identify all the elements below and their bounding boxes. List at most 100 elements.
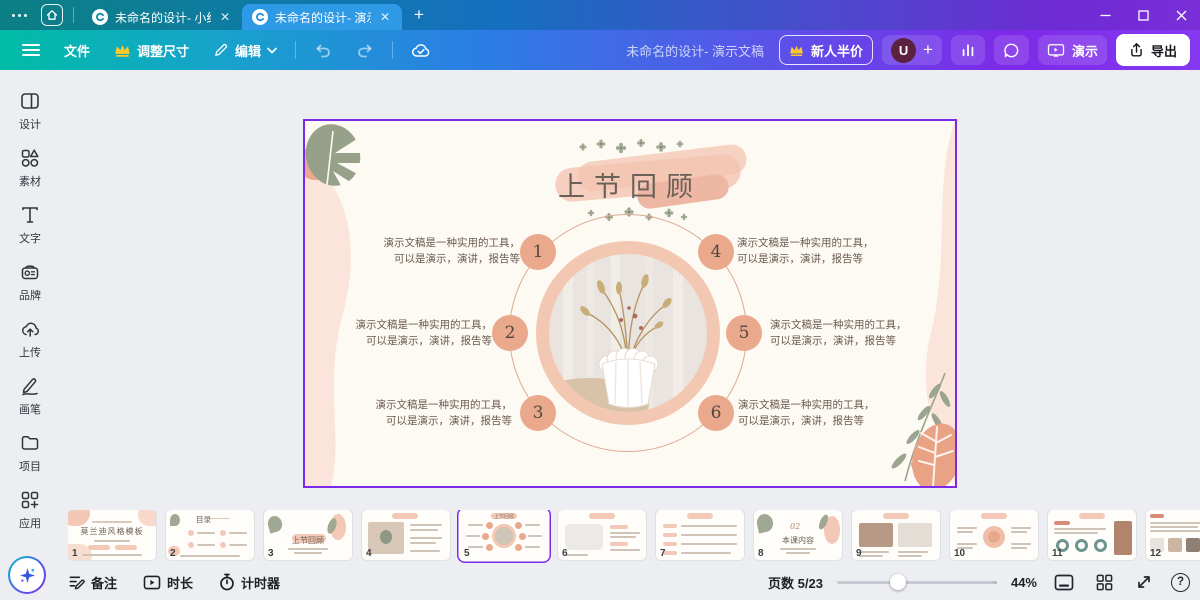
window-controls — [1086, 0, 1200, 30]
tab-close-icon[interactable]: ✕ — [218, 9, 232, 25]
item-text-6[interactable]: 演示文稿是一种实用的工具， 可以是演示，演讲，报告等 — [738, 397, 878, 429]
sidebar-item-brand[interactable]: 品牌 — [4, 261, 56, 303]
thumbnail-preview — [852, 510, 940, 560]
document-title[interactable]: 未命名的设计- 演示文稿 — [626, 41, 764, 60]
thumbnail-preview: 莫兰迪风格模板 — [68, 510, 156, 560]
item-circle-3[interactable]: 3 — [520, 395, 556, 431]
notes-icon — [68, 574, 85, 591]
edit-button[interactable]: 编辑 — [203, 35, 287, 66]
thumbnail-number: 7 — [660, 548, 666, 559]
selected-slide-canvas[interactable]: 上节回顾 — [303, 119, 957, 488]
canva-favicon — [92, 9, 108, 25]
slide-thumbnail-10[interactable]: 10 — [950, 510, 1038, 560]
add-member-button[interactable]: + — [923, 40, 933, 60]
slide-thumbnail-8[interactable]: 02 本课内容 8 — [754, 510, 842, 560]
sidebar-item-projects[interactable]: 项目 — [4, 432, 56, 474]
item-circle-2[interactable]: 2 — [492, 315, 528, 351]
grid-view-button[interactable] — [1091, 569, 1117, 595]
slide-thumbnail-11[interactable]: 11 — [1048, 510, 1136, 560]
fullscreen-button[interactable] — [1131, 569, 1157, 595]
insights-button[interactable] — [951, 35, 985, 65]
new-tab-button[interactable]: + — [414, 5, 424, 25]
slide-title[interactable]: 上节回顾 — [305, 165, 955, 204]
duration-button[interactable]: 时长 — [135, 567, 201, 598]
sidebar-item-apps[interactable]: 应用 — [4, 489, 56, 531]
slide-thumbnail-7[interactable]: 7 — [656, 510, 744, 560]
dried-flowers-photo — [549, 254, 707, 412]
item-circle-1[interactable]: 1 — [520, 234, 556, 270]
titlebar-divider — [73, 7, 74, 23]
item-circle-4[interactable]: 4 — [698, 234, 734, 270]
home-icon — [46, 9, 58, 21]
cloud-save-status[interactable] — [401, 36, 441, 64]
slide-thumbnail-4[interactable]: 4 — [362, 510, 450, 560]
sidebar-item-draw[interactable]: 画笔 — [4, 375, 56, 417]
slide-thumbnail-3[interactable]: 上节回顾 3 — [264, 510, 352, 560]
hamburger-menu-button[interactable] — [12, 37, 50, 63]
item-text-2[interactable]: 演示文稿是一种实用的工具， 可以是演示，演讲，报告等 — [352, 317, 492, 349]
thumbnail-preview — [558, 510, 646, 560]
slide-thumbnail-9[interactable]: 9 — [852, 510, 940, 560]
redo-button[interactable] — [346, 36, 384, 64]
slide-thumbnail-5-selected[interactable]: 上节回顾 5 — [460, 510, 548, 560]
tab-design-1[interactable]: 未命名的设计- 小红... ✕ — [82, 4, 242, 30]
bar-chart-icon — [960, 42, 976, 58]
thumbnail-preview: 02 本课内容 — [754, 510, 842, 560]
thumbnail-preview: 目录 — [166, 510, 254, 560]
file-menu-button[interactable]: 文件 — [54, 35, 100, 66]
tab-design-2-active[interactable]: 未命名的设计- 演示... ✕ — [242, 4, 402, 30]
thumbnail-number: 1 — [72, 548, 78, 559]
avatar[interactable]: U — [891, 38, 916, 63]
slide-thumbnail-2[interactable]: 目录 2 — [166, 510, 254, 560]
home-button[interactable] — [41, 4, 63, 26]
thumbnail-number: 10 — [954, 548, 965, 559]
slide-thumbnail-1[interactable]: 莫兰迪风格模板 1 — [68, 510, 156, 560]
slide-thumbnail-12[interactable]: 12 — [1146, 510, 1200, 560]
thumbnail-number: 6 — [562, 548, 568, 559]
maximize-button[interactable] — [1124, 0, 1162, 30]
sidebar-item-uploads[interactable]: 上传 — [4, 318, 56, 360]
promo-button[interactable]: 新人半价 — [779, 35, 873, 65]
draw-pen-icon — [19, 375, 41, 397]
zoom-slider[interactable] — [837, 574, 997, 590]
present-button[interactable]: 演示 — [1038, 35, 1107, 65]
sidebar-item-text[interactable]: 文字 — [4, 204, 56, 246]
item-circle-6[interactable]: 6 — [698, 395, 734, 431]
stopwatch-icon — [219, 573, 235, 591]
upload-cloud-icon — [19, 318, 41, 340]
text-icon — [19, 204, 41, 226]
presenter-view-button[interactable] — [1051, 569, 1077, 595]
timer-button[interactable]: 计时器 — [211, 567, 288, 598]
resize-button[interactable]: 调整尺寸 — [104, 35, 199, 66]
tab-close-icon[interactable]: ✕ — [378, 9, 392, 25]
sidebar-item-elements[interactable]: 素材 — [4, 147, 56, 189]
center-photo[interactable] — [549, 254, 707, 412]
toolbar-divider — [295, 41, 296, 59]
comments-button[interactable] — [994, 35, 1029, 65]
close-button[interactable] — [1162, 0, 1200, 30]
page-counter[interactable]: 页数 5/23 — [768, 573, 823, 592]
ai-assistant-button[interactable] — [8, 556, 46, 594]
item-circle-5[interactable]: 5 — [726, 315, 762, 351]
item-text-3[interactable]: 演示文稿是一种实用的工具， 可以是演示，演讲，报告等 — [372, 397, 512, 429]
zoom-slider-track[interactable] — [837, 581, 997, 584]
undo-icon — [314, 42, 332, 58]
sidebar-item-design[interactable]: 设计 — [4, 90, 56, 132]
thumbnail-preview — [656, 510, 744, 560]
item-text-4[interactable]: 演示文稿是一种实用的工具， 可以是演示，演讲，报告等 — [737, 235, 877, 267]
design-icon — [19, 90, 41, 112]
item-text-5[interactable]: 演示文稿是一种实用的工具， 可以是演示，演讲，报告等 — [770, 317, 910, 349]
pen-icon — [213, 42, 229, 58]
slide-thumbnail-6[interactable]: 6 — [558, 510, 646, 560]
zoom-percentage[interactable]: 44% — [1011, 575, 1037, 590]
zoom-slider-handle[interactable] — [890, 574, 906, 590]
browser-menu-icon[interactable] — [12, 14, 27, 17]
help-button[interactable]: ? — [1171, 573, 1190, 592]
thumbnail-number: 11 — [1052, 548, 1063, 559]
thumbnail-number: 3 — [268, 548, 274, 559]
minimize-button[interactable] — [1086, 0, 1124, 30]
undo-button[interactable] — [304, 36, 342, 64]
notes-button[interactable]: 备注 — [60, 567, 125, 598]
export-button[interactable]: 导出 — [1116, 34, 1190, 66]
item-text-1[interactable]: 演示文稿是一种实用的工具， 可以是演示，演讲，报告等 — [380, 235, 520, 267]
